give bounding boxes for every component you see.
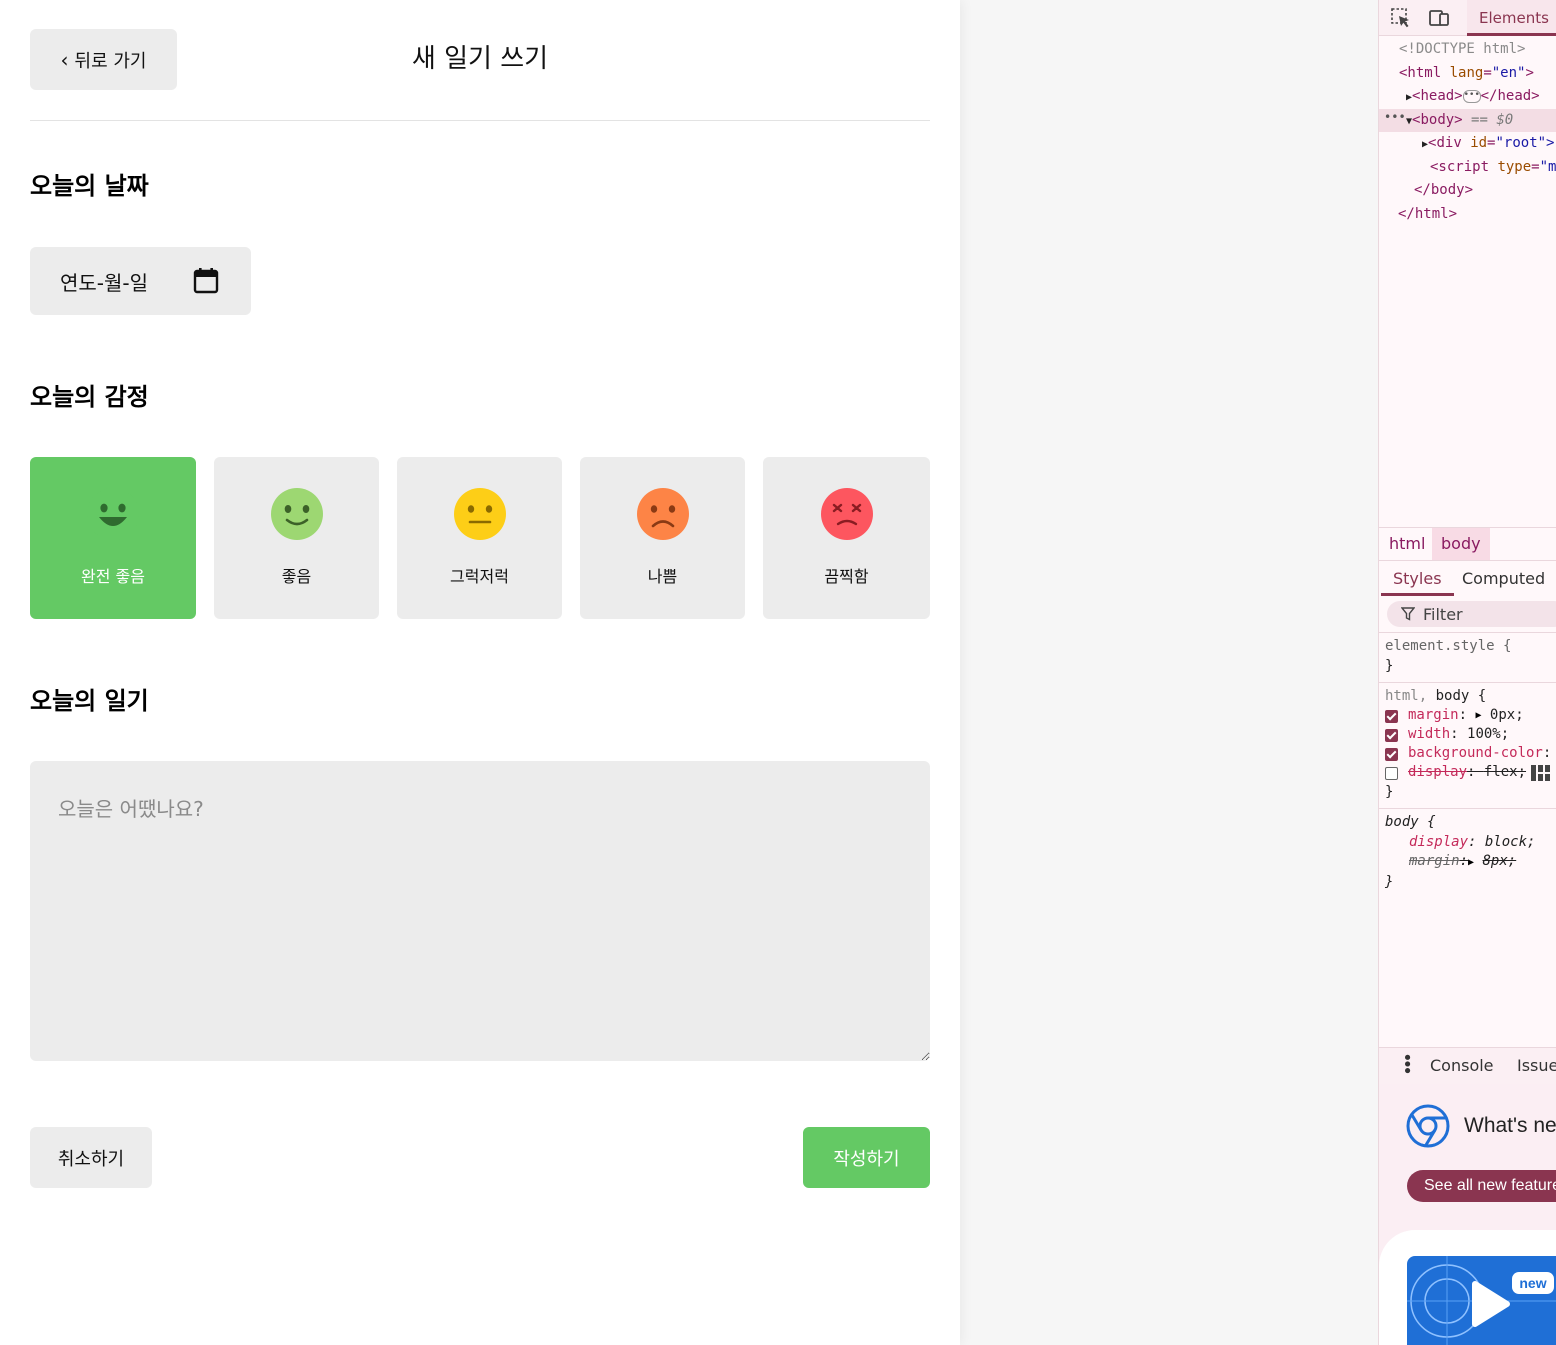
style-prop-background-color[interactable]: background-color: [1385,745,1556,764]
filter-icon [1401,607,1415,621]
prop-checkbox[interactable] [1385,728,1398,742]
breadcrumb-html[interactable]: html [1380,528,1434,560]
good-face-icon [270,488,323,540]
style-prop-display: display: block; [1409,833,1536,850]
emotion-label: 끔찍함 [824,567,869,586]
whats-new-panel: What's new See all new features new [1379,1084,1556,1345]
prop-checkbox[interactable] [1385,747,1398,761]
dom-node-html-close[interactable]: </html> [1379,203,1556,227]
device-toolbar-icon[interactable] [1428,7,1450,29]
date-input-placeholder: 연도-월-일 [60,270,149,295]
calendar-icon[interactable] [193,267,219,295]
emotion-list: 완전 좋음 좋음 그럭저럭 나쁨 끔찍함 [30,457,930,619]
sad-face-icon [636,488,689,540]
submit-button[interactable]: 작성하기 [803,1127,930,1188]
emotion-label: 그럭저럭 [450,567,509,586]
emotion-item-very-good[interactable]: 완전 좋음 [30,457,196,619]
whats-new-video-thumbnail[interactable]: new [1407,1256,1556,1345]
neutral-face-icon [453,488,506,540]
diary-section-title: 오늘의 일기 [30,687,149,715]
rule-user-agent-body: body { display: block; margin:▶ 8px; } [1379,808,1556,898]
breadcrumb: html body [1379,527,1556,561]
tab-computed[interactable]: Computed [1462,560,1545,593]
very-good-face-icon [87,488,139,540]
styles-subtabs: Styles Computed [1379,560,1556,596]
page-title: 새 일기 쓰기 [411,44,549,74]
header-divider [30,120,930,121]
cancel-button[interactable]: 취소하기 [30,1127,152,1188]
breadcrumb-body[interactable]: body [1432,528,1490,560]
dom-node-body-close[interactable]: </body> [1379,179,1556,203]
drawer-tab-bar: ••• Console Issues [1379,1047,1556,1085]
styles-filter-input[interactable]: Filter [1387,601,1556,627]
new-badge: new [1512,1272,1554,1294]
date-section-title: 오늘의 날짜 [30,172,149,200]
tab-styles[interactable]: Styles [1381,560,1454,596]
style-prop-width[interactable]: width: 100%; [1385,726,1556,745]
whats-new-title: What's new [1464,1114,1556,1137]
see-all-features-button[interactable]: See all new features [1407,1170,1556,1202]
tab-elements[interactable]: Elements [1467,0,1556,36]
devtools-toolbar: Elements [1379,0,1556,36]
emotion-label: 좋음 [281,567,312,586]
ellipsis-icon[interactable]: ••• [1462,89,1481,103]
emotion-item-terrible[interactable]: 끔찍함 [763,457,930,619]
dom-node-script[interactable]: <script type="mo [1379,156,1556,180]
video-artwork-icon [1407,1256,1556,1345]
diary-textarea[interactable] [30,761,930,1061]
dom-node-body[interactable]: ••• ▼<body> == $0 [1379,106,1556,132]
filter-placeholder: Filter [1423,604,1463,624]
dom-node-doctype[interactable]: <!DOCTYPE html> [1379,38,1556,62]
dom-tree: <!DOCTYPE html> <html lang="en"> ▶<head>… [1379,38,1556,226]
emotion-item-bad[interactable]: 나쁨 [580,457,745,619]
dom-node-html[interactable]: <html lang="en"> [1379,62,1556,86]
emotion-item-good[interactable]: 좋음 [214,457,379,619]
inspect-element-icon[interactable] [1390,7,1412,29]
styles-pane: element.style { } html, body { margin: ▶… [1379,632,1556,898]
chrome-logo-icon [1406,1104,1450,1148]
more-vertical-icon[interactable]: ••• [1396,1052,1417,1072]
more-options-icon[interactable]: ••• [1384,106,1406,130]
emotion-label: 완전 좋음 [81,567,145,586]
dom-node-root-div[interactable]: ▶<div id="root"> [1379,132,1556,156]
terrible-face-icon [820,488,873,540]
style-prop-margin[interactable]: margin: ▶ 0px; [1385,707,1556,726]
devtools-panel: Elements <!DOCTYPE html> <html lang="en"… [1378,0,1556,1345]
prop-checkbox[interactable] [1385,766,1398,780]
style-prop-display-disabled[interactable]: display: flex; [1385,764,1556,783]
rule-element-style: element.style { } [1379,632,1556,682]
emotion-section-title: 오늘의 감정 [30,383,149,411]
flexbox-editor-icon[interactable] [1531,765,1551,781]
rule-html-body: html, body { margin: ▶ 0px; width: 100%;… [1379,682,1556,808]
emotion-label: 나쁨 [647,567,678,586]
style-prop-margin-overridden: margin:▶ 8px; [1409,853,1517,869]
tab-issues[interactable]: Issues [1517,1056,1556,1075]
emotion-item-so-so[interactable]: 그럭저럭 [397,457,562,619]
prop-checkbox[interactable] [1385,709,1398,723]
tab-console[interactable]: Console [1430,1056,1494,1075]
date-input[interactable]: 연도-월-일 [30,247,251,315]
diary-app: ‹ 뒤로 가기 새 일기 쓰기 오늘의 날짜 연도-월-일 오늘의 감정 완전 … [0,0,960,1345]
